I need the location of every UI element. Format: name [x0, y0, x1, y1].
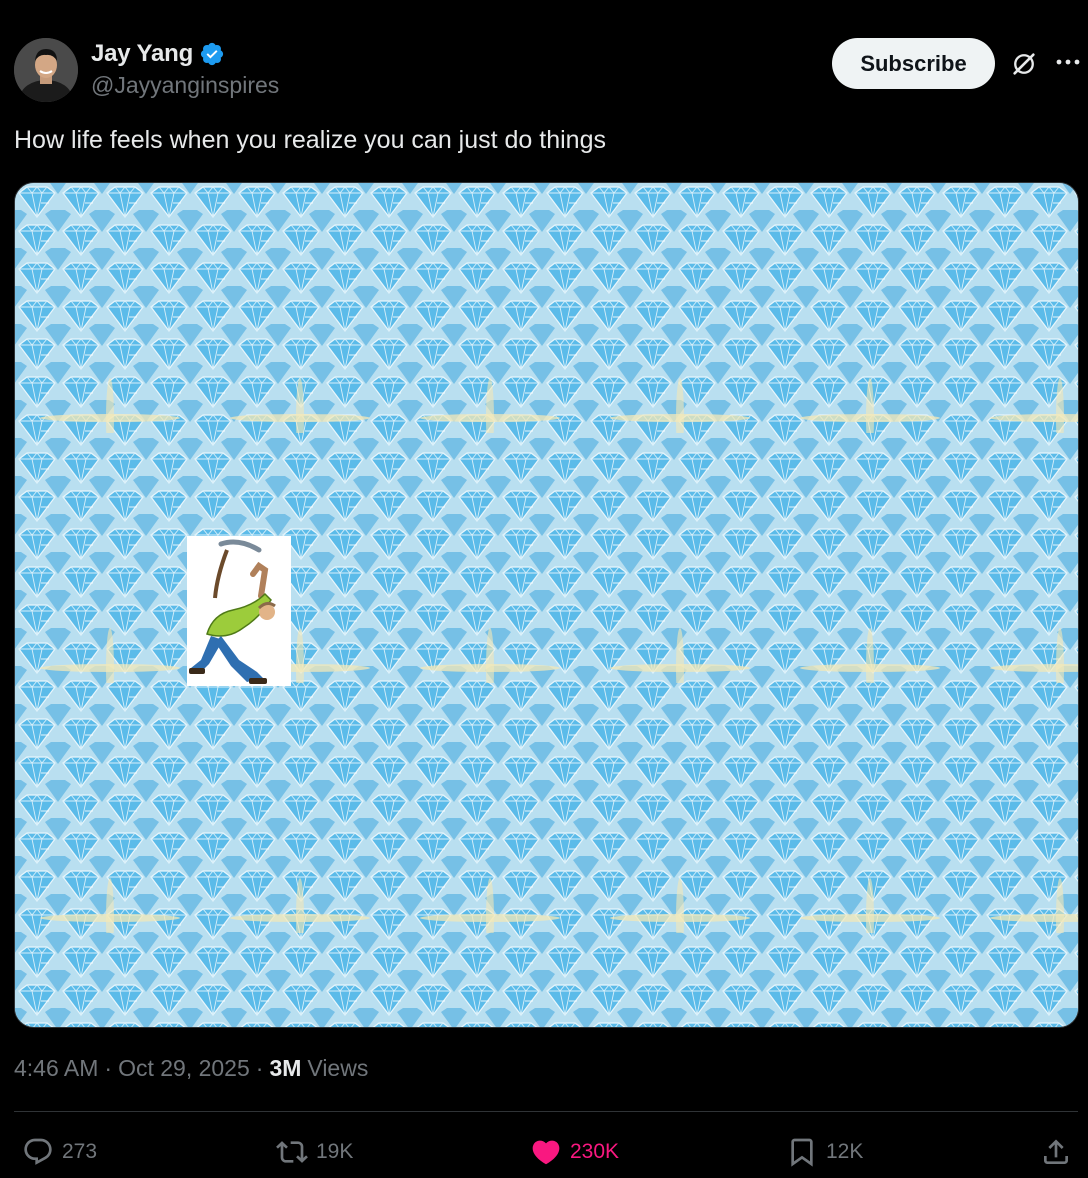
meta-separator: ·: [255, 1055, 264, 1081]
post: Jay Yang @Jayyanginspires Subscribe How …: [0, 0, 1088, 1178]
divider: [14, 1111, 1078, 1112]
repost-count: 19K: [316, 1140, 354, 1163]
post-header: Jay Yang @Jayyanginspires Subscribe: [14, 38, 1084, 102]
like-count: 230K: [570, 1140, 620, 1163]
like-button[interactable]: 230K: [530, 1130, 619, 1174]
views-label: Views: [307, 1055, 369, 1081]
bookmark-count: 12K: [826, 1140, 864, 1163]
heart-icon: [532, 1140, 560, 1165]
display-name[interactable]: Jay Yang: [91, 40, 193, 68]
repost-button[interactable]: 19K: [276, 1130, 353, 1174]
bookmark-icon: [791, 1138, 813, 1167]
meta-separator: ·: [104, 1055, 113, 1081]
diamond-pattern: [15, 183, 1078, 1027]
avatar-image: [14, 38, 78, 102]
post-time[interactable]: 4:46 AM: [14, 1055, 98, 1082]
handle[interactable]: @Jayyanginspires: [91, 72, 279, 99]
repost-icon: [276, 1141, 308, 1163]
action-bar: 273 19K 230K 12K: [0, 1130, 1088, 1174]
post-media[interactable]: [14, 182, 1079, 1028]
post-date[interactable]: Oct 29, 2025: [118, 1055, 250, 1082]
more-icon[interactable]: [1052, 48, 1084, 76]
name-row: Jay Yang: [91, 40, 225, 68]
reply-count: 273: [62, 1140, 98, 1163]
share-icon: [1044, 1139, 1068, 1164]
bookmark-button[interactable]: 12K: [786, 1130, 863, 1174]
subscribe-button[interactable]: Subscribe: [832, 38, 995, 89]
reply-button[interactable]: 273: [22, 1130, 97, 1174]
verified-badge-icon: [200, 42, 224, 66]
post-text: How life feels when you realize you can …: [14, 126, 606, 154]
share-button[interactable]: [1040, 1130, 1072, 1174]
miner-image: [187, 536, 291, 686]
grok-icon[interactable]: [1010, 50, 1038, 78]
views-count: 3M: [269, 1055, 302, 1081]
miner-with-pickaxe: [187, 536, 291, 686]
post-meta: 4:46 AM · Oct 29, 2025 · 3M Views: [14, 1055, 368, 1082]
reply-icon: [24, 1138, 52, 1165]
avatar[interactable]: [14, 38, 78, 102]
